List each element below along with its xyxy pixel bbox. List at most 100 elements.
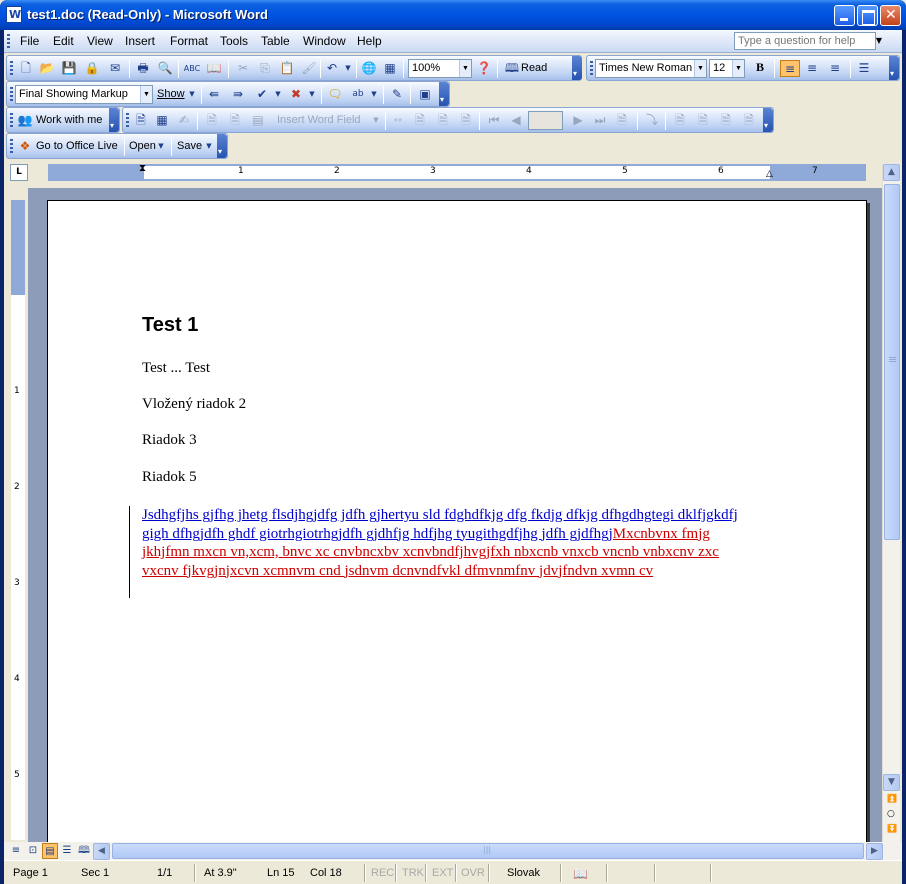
- new-document-icon[interactable]: 🗋: [17, 60, 35, 77]
- help-icon[interactable]: ❓: [475, 60, 493, 77]
- toolbar-grip[interactable]: [590, 61, 593, 77]
- document-area[interactable]: Test 1 Test ... Test Vložený riadok 2 Ri…: [28, 188, 882, 842]
- minimize-button[interactable]: [834, 5, 855, 26]
- check-errors-icon[interactable]: ⤵: [643, 112, 661, 129]
- status-ext[interactable]: EXT: [429, 865, 456, 882]
- vertical-scroll-thumb[interactable]: [884, 184, 900, 540]
- display-for-review-combo[interactable]: Final Showing Markup ▼: [15, 85, 153, 104]
- ask-question-input[interactable]: Type a question for help: [734, 32, 876, 50]
- research-icon[interactable]: 📖: [205, 60, 223, 77]
- show-dropdown-icon[interactable]: ▼: [183, 86, 201, 103]
- status-rec[interactable]: REC: [368, 865, 397, 882]
- menu-file[interactable]: File: [20, 34, 39, 48]
- font-size-dropdown-icon[interactable]: ▼: [732, 60, 744, 77]
- tab-selector[interactable]: L: [10, 164, 28, 181]
- view-merged-data-icon[interactable]: «»: [389, 112, 407, 129]
- spelling-status-icon[interactable]: 📖: [570, 865, 591, 882]
- insert-word-field-button[interactable]: Insert Word Field: [277, 114, 361, 126]
- menu-table[interactable]: Table: [261, 34, 290, 48]
- insert-table-icon[interactable]: ▦: [381, 60, 399, 77]
- menu-insert[interactable]: Insert: [125, 34, 155, 48]
- read-button[interactable]: Read: [521, 62, 547, 74]
- outline-view-icon[interactable]: ☰: [59, 843, 75, 859]
- insert-greeting-icon[interactable]: 🗎: [226, 112, 244, 129]
- horizontal-ruler[interactable]: 1 2 3 4 5 6 7 ⧗ △: [48, 164, 866, 181]
- first-record-icon[interactable]: ⏮: [485, 112, 503, 129]
- merge-to-printer-icon[interactable]: 🗎: [694, 112, 712, 129]
- status-language[interactable]: Slovak: [504, 865, 543, 882]
- undo-dropdown-icon[interactable]: ▼: [339, 60, 357, 77]
- highlight-dropdown-icon[interactable]: ▼: [365, 86, 383, 103]
- insert-comment-icon[interactable]: 🗨: [326, 86, 344, 103]
- align-center-icon[interactable]: ≡: [803, 60, 821, 77]
- status-ovr[interactable]: OVR: [458, 865, 488, 882]
- menubar-grip[interactable]: [7, 34, 10, 49]
- toolbar-grip[interactable]: [10, 139, 13, 155]
- scroll-down-icon[interactable]: ▼: [883, 774, 900, 791]
- maximize-button[interactable]: [857, 5, 878, 26]
- menu-help[interactable]: Help: [357, 34, 382, 48]
- normal-view-icon[interactable]: ≡: [8, 843, 24, 859]
- reviewing-toolbar-options-icon[interactable]: [439, 82, 449, 106]
- hyperlink-icon[interactable]: 🌐: [360, 60, 378, 77]
- previous-change-icon[interactable]: ⇚: [205, 86, 223, 103]
- vertical-ruler[interactable]: 1 2 3 4 5: [11, 200, 25, 840]
- spelling-icon[interactable]: ABC: [183, 60, 201, 77]
- find-entry-icon[interactable]: 🗎: [613, 112, 631, 129]
- propagate-labels-icon[interactable]: 🗎: [457, 112, 475, 129]
- show-menu-button[interactable]: Show: [157, 88, 185, 100]
- status-trk[interactable]: TRK: [399, 865, 427, 882]
- format-painter-icon[interactable]: 🖌: [300, 60, 318, 77]
- last-record-icon[interactable]: ⏭: [591, 112, 609, 129]
- go-to-office-live-button[interactable]: Go to Office Live: [36, 140, 118, 152]
- align-left-icon[interactable]: ≡: [780, 60, 800, 77]
- insert-merge-fields-icon[interactable]: ▤: [249, 112, 267, 129]
- menu-view[interactable]: View: [87, 34, 113, 48]
- word-app-icon[interactable]: [6, 6, 22, 23]
- match-fields-icon[interactable]: 🗎: [434, 112, 452, 129]
- print-layout-view-icon[interactable]: ▤: [42, 843, 58, 859]
- email-icon[interactable]: ✉: [106, 60, 124, 77]
- scroll-up-icon[interactable]: ▲: [883, 164, 900, 181]
- toolbar-grip[interactable]: [126, 113, 129, 129]
- track-changes-icon[interactable]: ✎: [388, 86, 406, 103]
- permission-icon[interactable]: 🔒: [83, 60, 101, 77]
- print-preview-icon[interactable]: 🔍: [156, 60, 174, 77]
- recipients-icon[interactable]: ✍: [175, 112, 193, 129]
- open-menu-button[interactable]: Open: [129, 140, 156, 152]
- office-live-toolbar-options-icon[interactable]: [217, 134, 227, 158]
- align-right-icon[interactable]: ≡: [826, 60, 844, 77]
- select-browse-object-icon[interactable]: ○: [887, 809, 895, 819]
- vertical-scrollbar[interactable]: ▲ ▼ ⏫ ○ ⏬: [882, 164, 900, 842]
- next-change-icon[interactable]: ⇛: [229, 86, 247, 103]
- save-dropdown-icon[interactable]: ▼: [204, 138, 214, 155]
- reading-layout-view-icon[interactable]: 🕮: [76, 843, 92, 859]
- menu-format[interactable]: Format: [170, 34, 208, 48]
- main-document-setup-icon[interactable]: 🗎: [132, 112, 150, 129]
- menu-edit[interactable]: Edit: [53, 34, 74, 48]
- toolbar-grip[interactable]: [10, 61, 13, 77]
- word-field-dropdown-icon[interactable]: ▼: [367, 112, 385, 129]
- scroll-right-icon[interactable]: ▶: [866, 843, 883, 860]
- numbering-icon[interactable]: ☰: [855, 60, 873, 77]
- next-page-icon[interactable]: ⏬: [887, 824, 897, 833]
- insert-address-icon[interactable]: 🗎: [203, 112, 221, 129]
- merge-to-document-icon[interactable]: 🗎: [671, 112, 689, 129]
- save-menu-button[interactable]: Save: [177, 140, 202, 152]
- toolbar-grip[interactable]: [10, 113, 13, 129]
- open-dropdown-icon[interactable]: ▼: [156, 138, 166, 155]
- zoom-combo[interactable]: 100% ▼: [408, 59, 472, 78]
- horizontal-scroll-thumb[interactable]: [112, 843, 864, 859]
- document-page[interactable]: Test 1 Test ... Test Vložený riadok 2 Ri…: [47, 200, 867, 842]
- menu-tools[interactable]: Tools: [220, 34, 248, 48]
- go-to-record-input[interactable]: [528, 111, 563, 130]
- cut-icon[interactable]: ✂: [234, 60, 252, 77]
- reviewing-pane-icon[interactable]: ▣: [416, 86, 434, 103]
- highlight-fields-icon[interactable]: 🗎: [411, 112, 429, 129]
- ask-dropdown-icon[interactable]: ▼: [872, 33, 886, 49]
- font-dropdown-icon[interactable]: ▼: [694, 60, 706, 77]
- bold-button[interactable]: B: [751, 60, 769, 77]
- previous-record-icon[interactable]: ◀: [507, 112, 525, 129]
- work-with-me-button[interactable]: Work with me: [36, 114, 102, 126]
- paste-icon[interactable]: 📋: [278, 60, 296, 77]
